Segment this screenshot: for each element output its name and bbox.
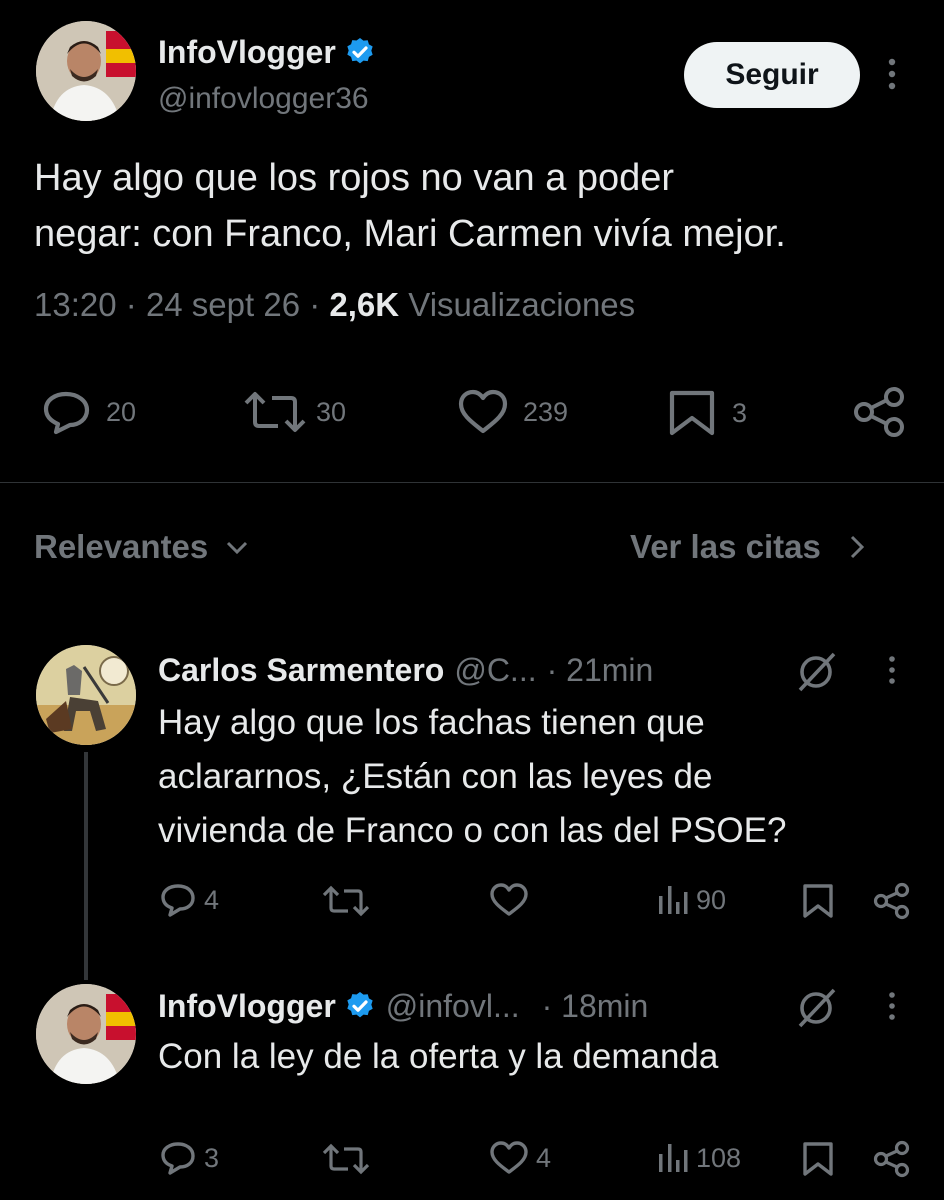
view-quotes-link[interactable]: Ver las citas — [630, 528, 867, 566]
reply-avatar[interactable] — [36, 645, 136, 745]
reply-share-icon[interactable] — [872, 882, 912, 920]
reply-more-options-icon[interactable] — [882, 652, 902, 688]
tweet-date[interactable]: 24 sept 26 — [146, 286, 300, 323]
reply-views-count: 108 — [696, 1142, 742, 1173]
reply-reply-button[interactable]: 3 — [160, 1140, 219, 1176]
heart-icon — [488, 882, 530, 918]
reply-text: Hay algo que los fachas tienen que aclar… — [158, 696, 786, 858]
reply-text-line: vivienda de Franco o con las del PSOE? — [158, 811, 787, 850]
reply-author-name[interactable]: Carlos Sarmentero — [158, 652, 444, 689]
follow-button[interactable]: Seguir — [684, 42, 860, 108]
reply-share-icon[interactable] — [872, 1140, 912, 1178]
views-label: Visualizaciones — [408, 286, 636, 323]
retweet-icon — [320, 884, 372, 918]
views-count: 2,6K — [329, 286, 400, 323]
grok-icon[interactable] — [794, 650, 838, 694]
view-quotes-label: Ver las citas — [630, 528, 821, 565]
reply-like-button[interactable]: 4 — [488, 1140, 551, 1176]
bookmark-icon — [666, 388, 718, 438]
separator: · — [125, 286, 137, 323]
reply-reply-count: 3 — [204, 1142, 220, 1173]
bookmark-button[interactable]: 3 — [666, 388, 747, 438]
retweet-count: 30 — [316, 396, 347, 427]
chevron-down-icon — [224, 537, 250, 557]
more-options-icon[interactable] — [880, 54, 904, 94]
like-count: 239 — [523, 396, 569, 427]
verified-badge-icon — [344, 36, 376, 68]
chevron-right-icon — [847, 532, 867, 562]
reply-icon — [160, 882, 198, 918]
reply-more-options-icon[interactable] — [882, 988, 902, 1024]
reply-reply-count: 4 — [204, 884, 220, 915]
tweet-text-line: negar: con Franco, Mari Carmen vivía mej… — [34, 213, 786, 255]
tweet-text: Hay algo que los rojos no van a poder ne… — [34, 150, 786, 262]
reply-like-count: 4 — [536, 1142, 552, 1173]
reply-avatar[interactable] — [36, 984, 136, 1084]
reply-time[interactable]: · 18min — [542, 988, 649, 1025]
sort-label: Relevantes — [34, 528, 209, 565]
reply-count: 20 — [106, 396, 137, 427]
reply-icon — [42, 388, 94, 436]
reply-views[interactable]: 90 — [656, 882, 726, 918]
grok-icon[interactable] — [794, 986, 838, 1030]
reply-text-line: Hay algo que los fachas tienen que — [158, 703, 705, 742]
thread-line — [84, 752, 88, 980]
author-handle[interactable]: @infovlogger36 — [158, 82, 369, 116]
author-name[interactable]: InfoVlogger — [158, 34, 336, 71]
bookmark-icon — [800, 882, 836, 920]
reply-views[interactable]: 108 — [656, 1140, 741, 1176]
reply-icon — [160, 1140, 198, 1176]
reply-reply-button[interactable]: 4 — [160, 882, 219, 918]
retweet-icon — [240, 388, 310, 436]
reply-retweet-button[interactable] — [320, 1142, 372, 1176]
divider — [0, 482, 944, 483]
reply-author-handle[interactable]: @infovl... — [386, 988, 520, 1025]
reply-button[interactable]: 20 — [42, 388, 136, 436]
tweet-time[interactable]: 13:20 — [34, 286, 117, 323]
reply-bookmark-button[interactable] — [800, 1140, 836, 1178]
reply-text-line: aclararnos, ¿Están con las leyes de — [158, 757, 713, 796]
reply-author-handle[interactable]: @C... — [454, 652, 536, 689]
views-icon — [656, 1140, 690, 1176]
bookmark-icon — [800, 1140, 836, 1178]
heart-icon — [455, 388, 511, 436]
reply-text: Con la ley de la oferta y la demanda — [158, 1030, 718, 1084]
verified-badge-icon — [344, 990, 376, 1022]
tweet-metadata: 13:20 · 24 sept 26 · 2,6K Visualizacione… — [34, 286, 635, 324]
bookmark-count: 3 — [732, 397, 748, 428]
retweet-icon — [320, 1142, 372, 1176]
reply-bookmark-button[interactable] — [800, 882, 836, 920]
reply-retweet-button[interactable] — [320, 884, 372, 918]
reply-views-count: 90 — [696, 884, 727, 915]
like-button[interactable]: 239 — [455, 388, 568, 436]
share-icon[interactable] — [852, 386, 908, 438]
reply-time[interactable]: · 21min — [547, 652, 654, 689]
retweet-button[interactable]: 30 — [240, 388, 346, 436]
views-icon — [656, 882, 690, 918]
sort-dropdown[interactable]: Relevantes — [34, 528, 250, 566]
heart-icon — [488, 1140, 530, 1176]
tweet-text-line: Hay algo que los rojos no van a poder — [34, 157, 675, 199]
reply-author-name[interactable]: InfoVlogger — [158, 988, 336, 1025]
reply-text-line: Con la ley de la oferta y la demanda — [158, 1037, 719, 1076]
author-avatar[interactable] — [36, 21, 136, 121]
reply-like-button[interactable] — [488, 882, 530, 918]
separator: · — [309, 286, 321, 323]
